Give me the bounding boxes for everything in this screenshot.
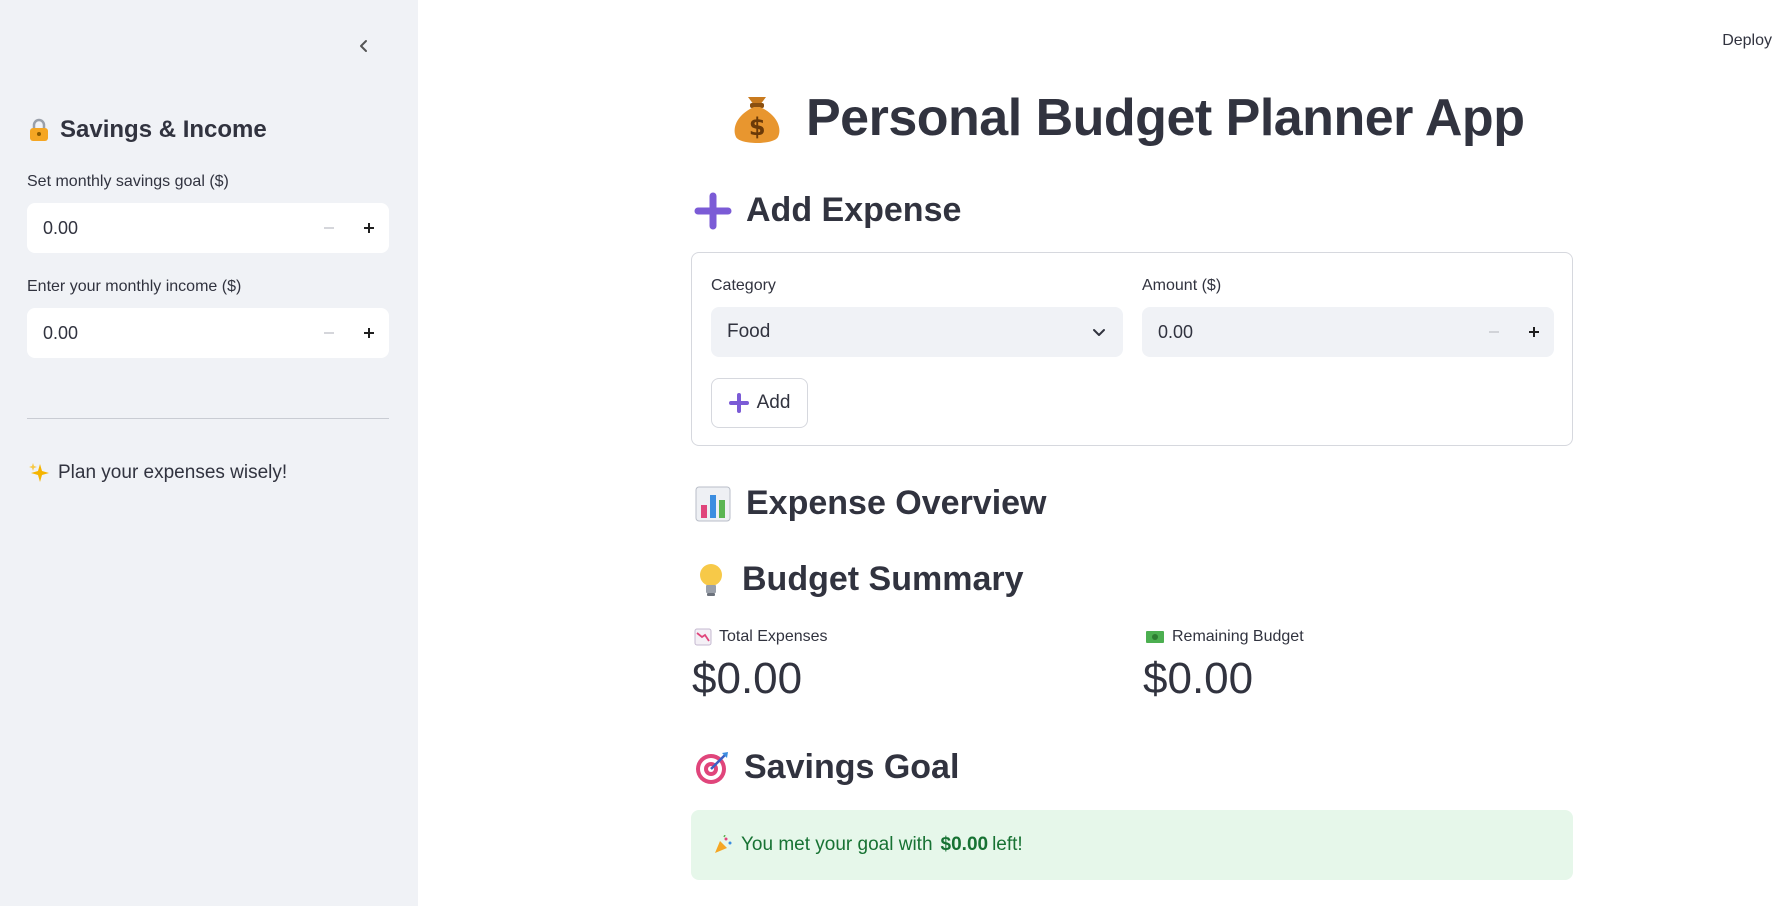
amount-label: Amount ($) (1142, 277, 1222, 294)
plus-icon (1529, 327, 1539, 337)
income-decrement-button[interactable] (309, 308, 349, 358)
savings-goal-input[interactable]: 0.00 (27, 203, 389, 253)
add-expense-form: Category Food Amount ($) 0.00 Add (691, 252, 1573, 446)
add-expense-button-label: Add (756, 392, 791, 413)
success-message-prefix: You met your goal with (741, 834, 933, 855)
light-bulb-icon (700, 563, 722, 596)
plus-icon (364, 223, 374, 233)
remaining-budget-value: $0.00 (1143, 654, 1254, 703)
sidebar-tip: Plan your expenses wisely! (28, 462, 287, 484)
category-label: Category (711, 277, 776, 294)
sparkles-icon (29, 463, 49, 482)
total-expenses-value: $0.00 (692, 654, 803, 703)
amount-increment-button[interactable] (1514, 307, 1554, 357)
income-increment-button[interactable] (349, 308, 389, 358)
add-expense-heading-text: Add Expense (746, 191, 962, 229)
collapse-sidebar-button[interactable] (352, 34, 376, 58)
chevron-left-icon (360, 40, 367, 52)
total-expenses-label-text: Total Expenses (719, 628, 828, 645)
sidebar-tip-text: Plan your expenses wisely! (58, 462, 288, 483)
remaining-budget-label-text: Remaining Budget (1172, 628, 1304, 645)
party-popper-icon (715, 835, 732, 853)
sidebar-title-text: Savings & Income (60, 116, 267, 143)
sidebar-divider (27, 418, 389, 419)
page-title: $ Personal Budget Planner App (730, 88, 1525, 148)
plus-icon (364, 328, 374, 338)
income-label: Enter your monthly income ($) (27, 278, 242, 295)
expense-overview-heading: Expense Overview (694, 484, 1047, 523)
chevron-down-icon (1093, 329, 1105, 336)
deploy-button[interactable]: Deploy (1722, 32, 1772, 50)
minus-icon (1489, 331, 1499, 333)
savings-goal-heading-text: Savings Goal (744, 748, 960, 786)
money-bag-icon: $ (734, 97, 780, 143)
dollar-banknote-icon (1146, 631, 1164, 643)
page-title-text: Personal Budget Planner App (806, 89, 1525, 147)
category-select[interactable]: Food (711, 307, 1123, 357)
expense-overview-heading-text: Expense Overview (746, 484, 1047, 522)
amount-decrement-button[interactable] (1474, 307, 1514, 357)
savings-goal-label: Set monthly savings goal ($) (27, 173, 229, 190)
income-input[interactable]: 0.00 (27, 308, 389, 358)
savings-goal-heading: Savings Goal (694, 748, 959, 787)
svg-text:$: $ (749, 113, 765, 141)
savings-goal-decrement-button[interactable] (309, 203, 349, 253)
plus-icon (694, 192, 732, 229)
success-message-amount: $0.00 (940, 834, 989, 855)
add-expense-button[interactable]: Add (711, 378, 808, 428)
bar-chart-icon (695, 486, 731, 521)
chart-decreasing-icon (694, 628, 712, 646)
target-icon (696, 751, 728, 784)
lock-icon (30, 118, 48, 141)
amount-value[interactable]: 0.00 (1142, 322, 1474, 343)
savings-goal-success-alert: You met your goal with $0.00 left! (691, 810, 1573, 880)
minus-icon (324, 227, 334, 229)
total-expenses-label: Total Expenses (694, 628, 828, 646)
sidebar: Savings & Income Set monthly savings goa… (0, 0, 418, 906)
budget-summary-heading-text: Budget Summary (742, 560, 1024, 598)
savings-goal-increment-button[interactable] (349, 203, 389, 253)
sidebar-title: Savings & Income (28, 116, 267, 144)
remaining-budget-label: Remaining Budget (1145, 628, 1304, 646)
success-message-suffix: left! (992, 834, 1023, 855)
income-value[interactable]: 0.00 (27, 323, 309, 344)
minus-icon (324, 332, 334, 334)
add-expense-heading: Add Expense (694, 191, 961, 230)
amount-input[interactable]: 0.00 (1142, 307, 1554, 357)
budget-summary-heading: Budget Summary (694, 560, 1024, 599)
category-selected-value: Food (727, 321, 771, 342)
plus-icon (728, 393, 749, 413)
savings-goal-value[interactable]: 0.00 (27, 218, 309, 239)
